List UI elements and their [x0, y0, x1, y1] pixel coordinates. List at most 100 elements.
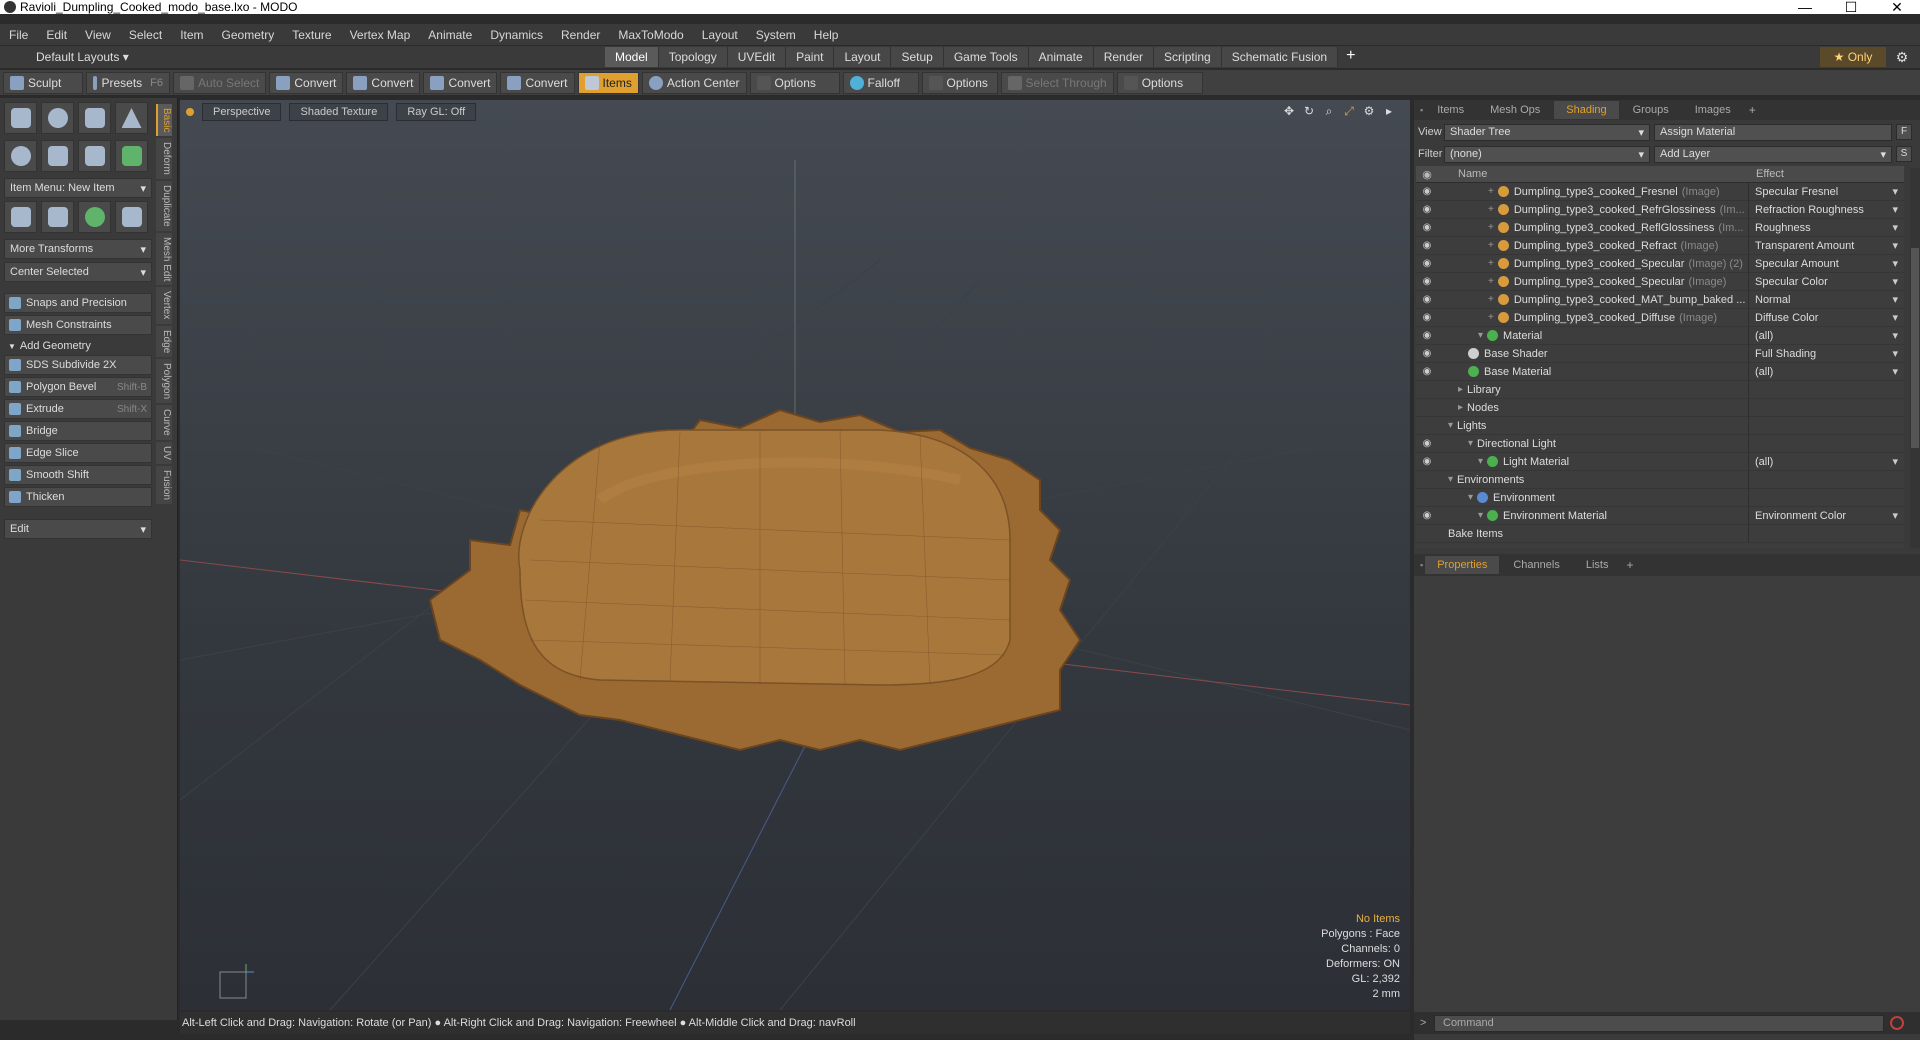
tree-row[interactable]: ◉ + Dumpling_type3_cooked_RefrGlossiness (I… — [1416, 200, 1904, 219]
expand-plus-icon[interactable]: + — [1488, 258, 1494, 269]
tree-row[interactable]: ◉ + Dumpling_type3_cooked_ReflGlossiness (I… — [1416, 218, 1904, 237]
tab-game-tools[interactable]: Game Tools — [943, 47, 1029, 67]
menu-item[interactable]: Item — [171, 28, 212, 42]
edit-dropdown[interactable]: Edit ▾ — [4, 519, 152, 539]
tab-lists[interactable]: Lists — [1574, 556, 1621, 574]
tree-row[interactable]: ◉ + Dumpling_type3_cooked_Specular (Image) … — [1416, 254, 1904, 273]
assign-material-button[interactable]: Assign Material — [1654, 123, 1892, 141]
chevron-down-icon[interactable]: ▾ — [1892, 185, 1898, 198]
eye-icon[interactable]: ◉ — [1416, 438, 1438, 449]
chevron-down-icon[interactable]: ▾ — [1892, 293, 1898, 306]
menu-render[interactable]: Render — [552, 28, 609, 42]
items-mode-button[interactable]: Items — [577, 71, 639, 94]
panel-menu-icon[interactable]: ▪ — [1420, 560, 1423, 570]
effect-cell[interactable]: Diffuse Color ▾ — [1748, 308, 1904, 327]
f-button[interactable]: F — [1896, 124, 1912, 140]
zoom-icon[interactable]: ⌕ — [1322, 104, 1336, 118]
effect-cell[interactable]: (all) ▾ — [1748, 362, 1904, 381]
menu-dynamics[interactable]: Dynamics — [481, 28, 552, 42]
eye-icon[interactable]: ◉ — [1416, 258, 1438, 269]
vtab-curve[interactable]: Curve — [156, 405, 172, 440]
torus-primitive-button[interactable] — [4, 140, 37, 172]
tree-row[interactable]: ◉ Base Shader Full Shading ▾ — [1416, 344, 1904, 363]
eye-icon[interactable]: ◉ — [1416, 294, 1438, 305]
chevron-down-icon[interactable]: ▾ — [1892, 509, 1898, 522]
tree-row[interactable]: ◉ + Dumpling_type3_cooked_Fresnel (Image) Sp… — [1416, 182, 1904, 201]
effect-column-header[interactable]: Effect — [1748, 168, 1784, 180]
select-through-options-button[interactable]: Options — [1116, 71, 1203, 94]
gear-icon[interactable]: ⚙ — [1892, 47, 1912, 67]
eye-icon[interactable]: ◉ — [1416, 186, 1438, 197]
tree-row[interactable]: ◉ ▾ Directional Light — [1416, 434, 1904, 453]
mesh-button[interactable] — [41, 201, 74, 233]
tool-sds-subdivide-2x-button[interactable]: SDS Subdivide 2X — [4, 355, 152, 375]
tab-model[interactable]: Model — [605, 47, 659, 67]
convert-polygon-button[interactable]: Convert — [423, 71, 498, 94]
eye-icon[interactable]: ◉ — [1416, 312, 1438, 323]
sculpt-button[interactable]: Sculpt — [3, 71, 83, 94]
eye-icon[interactable]: ◉ — [1416, 222, 1438, 233]
3d-viewport[interactable]: Perspective Shaded Texture Ray GL: Off ✥… — [180, 100, 1410, 1010]
default-layouts-dropdown[interactable]: Default Layouts ▾ — [14, 50, 129, 64]
select-through-button[interactable]: Select Through — [1000, 71, 1114, 94]
vtab-mesh-edit[interactable]: Mesh Edit — [156, 232, 172, 286]
menu-system[interactable]: System — [747, 28, 805, 42]
chevron-down-icon[interactable]: ▾ — [1892, 329, 1898, 342]
cylinder-primitive-button[interactable] — [78, 102, 111, 134]
tab-scripting[interactable]: Scripting — [1154, 47, 1222, 67]
center-selected-dropdown[interactable]: Center Selected ▾ — [4, 262, 152, 282]
snaps-precision-button[interactable]: Snaps and Precision — [4, 293, 152, 313]
menu-select[interactable]: Select — [120, 28, 171, 42]
effect-cell[interactable]: Environment Color ▾ — [1748, 506, 1904, 525]
tab-layout[interactable]: Layout — [834, 47, 892, 67]
menu-animate[interactable]: Animate — [419, 28, 481, 42]
tool-extrude-button[interactable]: Extrude Shift-X — [4, 399, 152, 419]
chevron-down-icon[interactable]: ▾ — [1892, 347, 1898, 360]
tree-row[interactable]: ◉ ▾ Material (all) ▾ — [1416, 326, 1904, 345]
expand-plus-icon[interactable]: + — [1488, 312, 1494, 323]
menu-texture[interactable]: Texture — [283, 28, 340, 42]
tab-groups[interactable]: Groups — [1621, 101, 1681, 119]
tree-row[interactable]: ▸ Library — [1416, 380, 1904, 399]
eye-icon[interactable]: ◉ — [1416, 348, 1438, 359]
perspective-dropdown[interactable]: Perspective — [202, 103, 282, 121]
expand-arrow-icon[interactable]: ▾ — [1478, 510, 1483, 521]
tab-items[interactable]: Items — [1425, 101, 1476, 119]
expand-arrow-icon[interactable]: ▾ — [1468, 492, 1473, 503]
expand-arrow-icon[interactable]: ▾ — [1448, 420, 1453, 431]
add-tab-icon[interactable]: + — [1338, 46, 1363, 68]
tab-mesh-ops[interactable]: Mesh Ops — [1478, 101, 1552, 119]
expand-arrow-icon[interactable]: ▾ — [1468, 438, 1473, 449]
tree-row[interactable]: Bake Items — [1416, 524, 1904, 543]
menu-maxtomodo[interactable]: MaxToModo — [609, 28, 692, 42]
cone-primitive-button[interactable] — [115, 102, 148, 134]
text-primitive-button[interactable] — [115, 140, 148, 172]
tree-row[interactable]: ▾ Lights — [1416, 416, 1904, 435]
tool-bridge-button[interactable]: Bridge — [4, 421, 152, 441]
locator-button[interactable] — [4, 201, 37, 233]
shader-tree-scrollbar[interactable] — [1910, 168, 1920, 548]
view-dropdown[interactable]: Shader Tree ▾ — [1444, 123, 1650, 141]
shading-dropdown[interactable]: Shaded Texture — [289, 103, 389, 121]
tree-row[interactable]: ◉ + Dumpling_type3_cooked_MAT_bump_baked .… — [1416, 290, 1904, 309]
scrollbar-thumb[interactable] — [1911, 248, 1919, 448]
tab-properties[interactable]: Properties — [1425, 556, 1500, 574]
expand-arrow-icon[interactable]: ▸ — [1458, 402, 1463, 413]
sphere-primitive-button[interactable] — [41, 102, 74, 134]
settings-icon[interactable]: ⚙ — [1362, 104, 1376, 118]
eye-icon[interactable]: ◉ — [1416, 456, 1438, 467]
tab-shading[interactable]: Shading — [1554, 101, 1619, 119]
menu-view[interactable]: View — [76, 28, 120, 42]
vtab-uv[interactable]: UV — [156, 441, 172, 464]
fit-icon[interactable]: ⤢ — [1342, 104, 1356, 118]
effect-cell[interactable]: Specular Amount ▾ — [1748, 254, 1904, 273]
chevron-down-icon[interactable]: ▾ — [1892, 203, 1898, 216]
cube-primitive-button[interactable] — [4, 102, 37, 134]
falloff-button[interactable]: Falloff — [842, 71, 919, 94]
tab-render[interactable]: Render — [1093, 47, 1155, 67]
effect-cell[interactable]: Roughness ▾ — [1748, 218, 1904, 237]
filter-dropdown[interactable]: (none) ▾ — [1444, 145, 1650, 163]
eye-icon[interactable]: ◉ — [1416, 204, 1438, 215]
tree-row[interactable]: ◉ + Dumpling_type3_cooked_Diffuse (Image) Di… — [1416, 308, 1904, 327]
tab-animate[interactable]: Animate — [1028, 47, 1094, 67]
